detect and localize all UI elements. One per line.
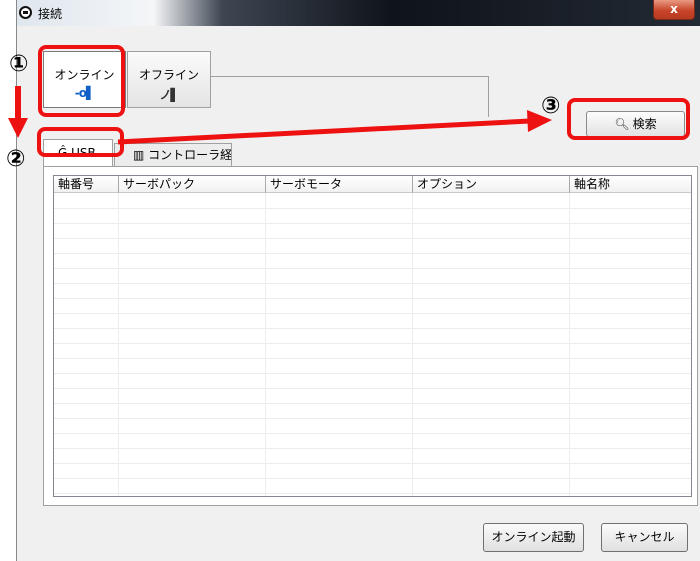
annotation-arrowhead-right: [527, 110, 552, 132]
annotation-arrows: [8, 86, 552, 145]
annotation-arrow-right: [117, 118, 531, 145]
annotation-arrowhead-down: [8, 118, 28, 138]
